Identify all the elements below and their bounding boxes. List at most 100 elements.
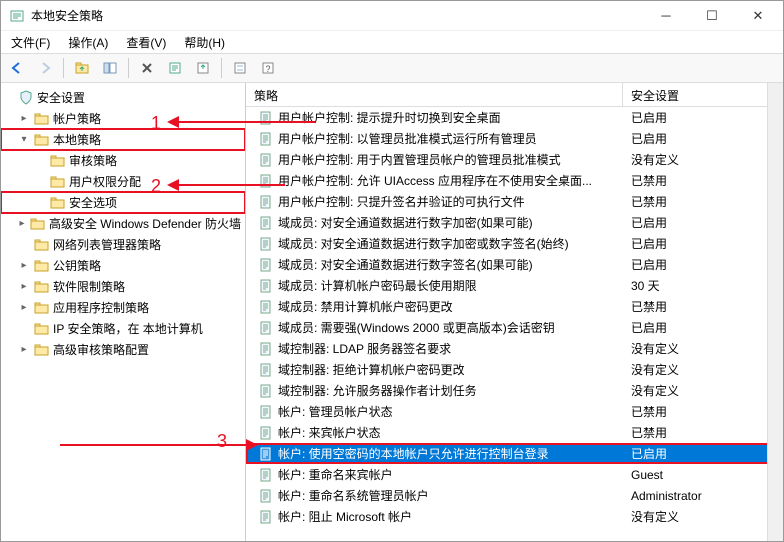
tree-item[interactable]: ▸应用程序控制策略	[1, 297, 245, 318]
tree-pane[interactable]: ▸安全设置▸帐户策略▾本地策略▸审核策略▸用户权限分配▸安全选项▸高级安全 Wi…	[1, 83, 246, 541]
tree-item[interactable]: ▸ 公钥策略	[1, 255, 245, 276]
tree-item-label: 帐户策略	[53, 110, 101, 127]
scrollbar[interactable]	[767, 83, 783, 541]
column-setting[interactable]: 安全设置	[623, 83, 783, 106]
policy-row[interactable]: 用户帐户控制: 提示提升时切换到安全桌面已启用	[246, 107, 783, 128]
annotation-3: 3	[217, 431, 227, 452]
tree-item[interactable]: ▸IP 安全策略，在 本地计算机	[1, 318, 245, 339]
show-hide-tree-icon[interactable]	[98, 56, 122, 80]
tree-item[interactable]: ▸ 帐户策略	[1, 108, 245, 129]
tree-item[interactable]: ▸高级审核策略配置	[1, 339, 245, 360]
policy-setting: 已禁用	[623, 172, 783, 189]
tree-item[interactable]: ▸网络列表管理器策略	[1, 234, 245, 255]
column-policy[interactable]: 策略	[246, 83, 623, 106]
policy-name: 域成员: 对安全通道数据进行数字签名(如果可能)	[278, 256, 623, 273]
menu-action[interactable]: 操作(A)	[66, 32, 110, 53]
policy-name: 用户帐户控制: 用于内置管理员帐户的管理员批准模式	[278, 151, 623, 168]
expand-icon[interactable]: ▸	[17, 344, 31, 355]
policy-row[interactable]: 用户帐户控制: 允许 UIAccess 应用程序在不使用安全桌面...已禁用	[246, 170, 783, 191]
tree-item[interactable]: ▸ 高级安全 Windows Defender 防火墙	[1, 213, 245, 234]
policy-setting: 没有定义	[623, 382, 783, 399]
policy-row[interactable]: 域成员: 对安全通道数据进行数字签名(如果可能)已启用	[246, 254, 783, 275]
policy-name: 用户帐户控制: 以管理员批准模式运行所有管理员	[278, 130, 623, 147]
policy-row[interactable]: 帐户: 管理员帐户状态已禁用	[246, 401, 783, 422]
policy-setting: Guest	[623, 468, 783, 482]
policy-row[interactable]: 用户帐户控制: 以管理员批准模式运行所有管理员已启用	[246, 128, 783, 149]
policy-row[interactable]: 帐户: 重命名系统管理员帐户Administrator	[246, 485, 783, 506]
policy-row[interactable]: 帐户: 阻止 Microsoft 帐户没有定义	[246, 506, 783, 527]
menu-file[interactable]: 文件(F)	[9, 32, 52, 53]
policy-row[interactable]: 域成员: 需要强(Windows 2000 或更高版本)会话密钥已启用	[246, 317, 783, 338]
policy-name: 域控制器: LDAP 服务器签名要求	[278, 340, 623, 357]
up-icon[interactable]	[70, 56, 94, 80]
policy-setting: 30 天	[623, 277, 783, 294]
policy-row[interactable]: 帐户: 重命名来宾帐户Guest	[246, 464, 783, 485]
tree-root[interactable]: ▸安全设置	[1, 87, 245, 108]
tree-item[interactable]: ▾本地策略	[1, 129, 245, 150]
policy-row[interactable]: 域控制器: 允许服务器操作者计划任务没有定义	[246, 380, 783, 401]
tree-item[interactable]: ▸ 软件限制策略	[1, 276, 245, 297]
policy-setting: 已禁用	[623, 403, 783, 420]
delete-icon[interactable]	[135, 56, 159, 80]
forward-icon[interactable]	[33, 56, 57, 80]
expand-icon[interactable]: ▸	[17, 218, 27, 229]
policy-name: 帐户: 阻止 Microsoft 帐户	[278, 508, 623, 525]
policy-name: 域成员: 对安全通道数据进行数字加密或数字签名(始终)	[278, 235, 623, 252]
maximize-button[interactable]: ☐	[689, 1, 735, 31]
expand-icon[interactable]: ▸	[17, 260, 31, 271]
policy-row[interactable]: 域成员: 对安全通道数据进行数字加密或数字签名(始终)已启用	[246, 233, 783, 254]
help-icon[interactable]: ?	[256, 56, 280, 80]
policy-name: 域成员: 需要强(Windows 2000 或更高版本)会话密钥	[278, 319, 623, 336]
export-icon[interactable]	[191, 56, 215, 80]
policy-name: 用户帐户控制: 提示提升时切换到安全桌面	[278, 109, 623, 126]
policy-row[interactable]: 帐户: 使用空密码的本地帐户只允许进行控制台登录已启用	[246, 443, 783, 464]
policy-setting: 没有定义	[623, 340, 783, 357]
policy-row[interactable]: 帐户: 来宾帐户状态已禁用	[246, 422, 783, 443]
policy-name: 域成员: 计算机帐户密码最长使用期限	[278, 277, 623, 294]
minimize-button[interactable]: ─	[643, 1, 689, 31]
menu-view[interactable]: 查看(V)	[124, 32, 168, 53]
back-icon[interactable]	[5, 56, 29, 80]
policy-setting: 已启用	[623, 445, 783, 462]
list-pane[interactable]: 策略 安全设置 用户帐户控制: 提示提升时切换到安全桌面已启用用户帐户控制: 以…	[246, 83, 783, 541]
policy-setting: 已启用	[623, 214, 783, 231]
expand-icon[interactable]: ▸	[17, 281, 31, 292]
menu-help[interactable]: 帮助(H)	[182, 32, 227, 53]
tree-item[interactable]: ▸审核策略	[1, 150, 245, 171]
tree-item-label: 公钥策略	[53, 257, 101, 274]
policy-row[interactable]: 域控制器: LDAP 服务器签名要求没有定义	[246, 338, 783, 359]
policy-row[interactable]: 域控制器: 拒绝计算机帐户密码更改没有定义	[246, 359, 783, 380]
expand-icon[interactable]: ▸	[17, 113, 31, 124]
tree-root-label: 安全设置	[37, 89, 85, 106]
expand-icon[interactable]: ▸	[17, 302, 31, 313]
policy-setting: 没有定义	[623, 151, 783, 168]
policy-name: 帐户: 重命名系统管理员帐户	[278, 487, 623, 504]
tree-item[interactable]: ▸用户权限分配	[1, 171, 245, 192]
policy-setting: 已禁用	[623, 298, 783, 315]
policy-row[interactable]: 域成员: 计算机帐户密码最长使用期限30 天	[246, 275, 783, 296]
tree-item-label: 高级安全 Windows Defender 防火墙	[49, 215, 241, 232]
tree-item-label: 审核策略	[69, 152, 117, 169]
policy-row[interactable]: 域成员: 对安全通道数据进行数字加密(如果可能)已启用	[246, 212, 783, 233]
refresh-icon[interactable]	[163, 56, 187, 80]
collapse-icon[interactable]: ▾	[17, 134, 31, 145]
titlebar: 本地安全策略 ─ ☐ ✕	[1, 1, 783, 31]
policy-setting: 没有定义	[623, 508, 783, 525]
policy-name: 用户帐户控制: 允许 UIAccess 应用程序在不使用安全桌面...	[278, 172, 623, 189]
policy-setting: 已启用	[623, 235, 783, 252]
toolbar: ?	[1, 53, 783, 83]
tree-item-label: 网络列表管理器策略	[53, 236, 161, 253]
policy-row[interactable]: 域成员: 禁用计算机帐户密码更改已禁用	[246, 296, 783, 317]
policy-setting: 已启用	[623, 319, 783, 336]
close-button[interactable]: ✕	[735, 1, 781, 31]
tree-item-label: 软件限制策略	[53, 278, 125, 295]
tree-item[interactable]: ▸安全选项	[1, 192, 245, 213]
properties-icon[interactable]	[228, 56, 252, 80]
policy-row[interactable]: 用户帐户控制: 用于内置管理员帐户的管理员批准模式没有定义	[246, 149, 783, 170]
policy-name: 域成员: 禁用计算机帐户密码更改	[278, 298, 623, 315]
policy-name: 域控制器: 拒绝计算机帐户密码更改	[278, 361, 623, 378]
toolbar-separator	[221, 58, 222, 78]
tree-item-label: 用户权限分配	[69, 173, 141, 190]
policy-row[interactable]: 用户帐户控制: 只提升签名并验证的可执行文件已禁用	[246, 191, 783, 212]
column-header: 策略 安全设置	[246, 83, 783, 107]
